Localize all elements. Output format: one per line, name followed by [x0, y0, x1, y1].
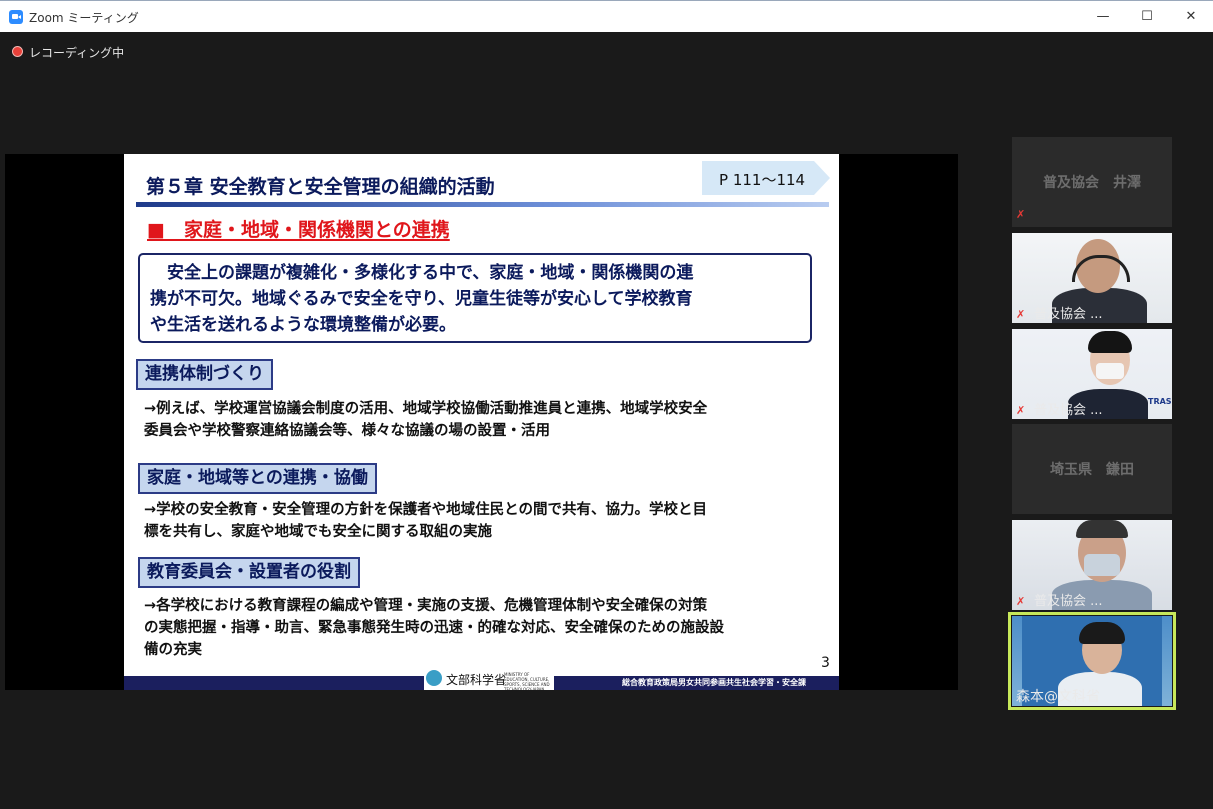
section-label: 連携体制づくり [136, 359, 273, 390]
participant-status: ✗ [1016, 207, 1034, 222]
section-label: 家庭・地域等との連携・協働 [138, 463, 377, 494]
title-bar: Zoom ミーティング — ☐ ✕ [0, 0, 1213, 32]
active-speaker-frame [1008, 612, 1176, 710]
muted-mic-icon: ✗ [1016, 595, 1026, 608]
close-icon[interactable]: ✕ [1168, 1, 1213, 32]
participant-tile[interactable]: TRAS ✗ 普及協会 ... [1012, 329, 1172, 419]
muted-mic-icon: ✗ [1016, 308, 1026, 321]
summary-box: 安全上の課題が複雑化・多様化する中で、家庭・地域・関係機関の連 携が不可欠。地域… [138, 253, 812, 343]
participant-name: 普及協会 ... [1034, 307, 1103, 322]
muted-mic-icon: ✗ [1016, 208, 1026, 221]
participant-tile[interactable]: 普及協会 井澤 ✗ [1012, 137, 1172, 227]
participant-name: 普及協会 ... [1034, 594, 1103, 609]
ministry-logo: 文部科学省 MINISTRY OF EDUCATION, CULTURE, SP… [424, 667, 554, 690]
section-label: 教育委員会・設置者の役割 [138, 557, 360, 588]
slide-heading: 第５章 安全教育と安全管理の組織的活動 [146, 176, 495, 198]
section-line: 委員会や学校警察連絡協議会等、様々な協議の場の設置・活用 [144, 423, 550, 439]
ministry-logo-english: MINISTRY OF EDUCATION, CULTURE, SPORTS, … [504, 672, 550, 690]
presentation-slide: P 111～114 第５章 安全教育と安全管理の組織的活動 ■ 家庭・地域・関係… [124, 154, 839, 690]
participant-name: 埼玉県 鎌田 [1050, 462, 1134, 478]
summary-line: や生活を送れるような環境整備が必要。 [150, 315, 456, 335]
footer-department: 総合教育政策局男女共同参画共生社会学習・安全課 [622, 678, 806, 687]
maximize-icon[interactable]: ☐ [1124, 1, 1170, 32]
window-title: Zoom ミーティング [29, 11, 139, 25]
summary-line: 安全上の課題が複雑化・多様化する中で、家庭・地域・関係機関の連 [150, 263, 694, 283]
participant-tile[interactable]: ✗ 普及協会 ... [1012, 233, 1172, 323]
section-text: →各学校における教育課程の編成や管理・実施の支援、危機管理体制や安全確保の対策 … [144, 595, 824, 661]
slide-subheading: ■ 家庭・地域・関係機関との連携 [147, 219, 450, 241]
minimize-icon[interactable]: — [1080, 1, 1126, 32]
participant-label: ✗ 普及協会 ... [1016, 399, 1103, 418]
page-reference-tag: P 111～114 [702, 161, 830, 195]
slide-page-number: 3 [821, 655, 830, 671]
participant-tile[interactable]: ✗ 普及協会 ... [1012, 520, 1172, 610]
recording-label: レコーディング中 [29, 46, 125, 60]
participant-label: ✗ 普及協会 ... [1016, 303, 1103, 322]
participant-tile[interactable]: 埼玉県 鎌田 [1012, 424, 1172, 514]
summary-line: 携が不可欠。地域ぐるみで安全を守り、児童生徒等が安心して学校教育 [150, 289, 693, 309]
recording-icon [12, 46, 23, 57]
section-line: →各学校における教育課程の編成や管理・実施の支援、危機管理体制や安全確保の対策 [144, 598, 708, 614]
zoom-app-icon [9, 10, 23, 24]
section-line: 標を共有し、家庭や地域でも安全に関する取組の実施 [144, 524, 492, 540]
section-line: →学校の安全教育・安全管理の方針を保護者や地域住民との間で共有、協力。学校と目 [144, 502, 708, 518]
ministry-logo-text: 文部科学省 [446, 673, 507, 687]
muted-mic-icon: ✗ [1016, 404, 1026, 417]
section-line: →例えば、学校運営協議会制度の活用、地域学校協働活動推進員と連携、地域学校安全 [144, 401, 708, 417]
ministry-emblem-icon [426, 670, 442, 686]
section-text: →例えば、学校運営協議会制度の活用、地域学校協働活動推進員と連携、地域学校安全 … [144, 398, 824, 442]
section-text: →学校の安全教育・安全管理の方針を保護者や地域住民との間で共有、協力。学校と目 … [144, 499, 824, 543]
heading-divider [136, 202, 829, 207]
participant-name: 普及協会 井澤 [1043, 175, 1141, 191]
participant-name: 普及協会 ... [1034, 403, 1103, 418]
page-reference-text: P 111～114 [719, 171, 806, 189]
participant-label: ✗ 普及協会 ... [1016, 590, 1103, 609]
section-line: 備の充実 [144, 642, 202, 658]
section-line: の実態把握・指導・助言、緊急事態発生時の迅速・的確な対応、安全確保のための施設設 [144, 620, 724, 636]
